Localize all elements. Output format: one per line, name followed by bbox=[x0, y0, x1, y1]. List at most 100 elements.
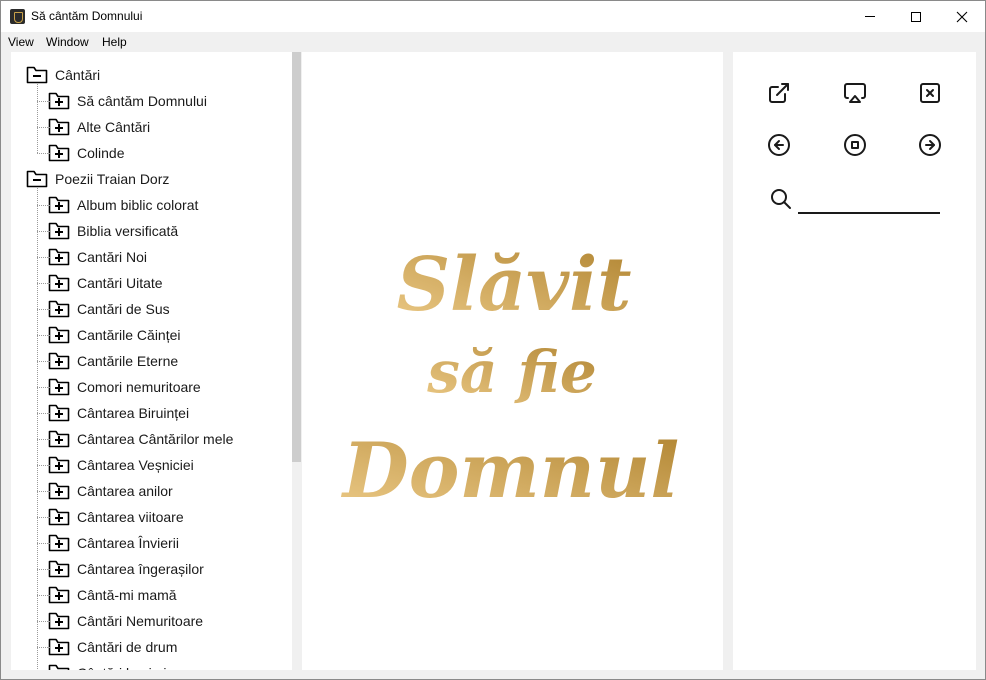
search-input[interactable] bbox=[798, 194, 940, 214]
tree-item-label: Cântări lacrimi bbox=[77, 665, 166, 670]
tree-item[interactable]: Cantări Uitate bbox=[48, 270, 163, 296]
folder-expand-icon[interactable] bbox=[48, 430, 70, 448]
scrollbar-thumb[interactable] bbox=[292, 52, 301, 462]
folder-expand-icon[interactable] bbox=[48, 118, 70, 136]
folder-expand-icon[interactable] bbox=[48, 482, 70, 500]
maximize-button[interactable] bbox=[893, 1, 939, 32]
tree-item-label: Cantările Eterne bbox=[77, 353, 179, 369]
menu-bar: View Window Help bbox=[1, 32, 985, 52]
tree-item[interactable]: Cantările Căinței bbox=[48, 322, 181, 348]
folder-expand-icon[interactable] bbox=[48, 352, 70, 370]
folder-expand-icon[interactable] bbox=[48, 638, 70, 656]
folder-expand-icon[interactable] bbox=[48, 612, 70, 630]
close-slide-button[interactable] bbox=[916, 79, 944, 107]
tree-item[interactable]: Cantările Eterne bbox=[48, 348, 178, 374]
tree-item[interactable]: Cântarea Învierii bbox=[48, 530, 179, 556]
folder-expand-icon[interactable] bbox=[48, 456, 70, 474]
tree-item[interactable]: Cântări de drum bbox=[48, 634, 177, 660]
folder-expand-icon[interactable] bbox=[48, 92, 70, 110]
tree-item-label: Cântă-mi mamă bbox=[77, 587, 177, 603]
tree-item-label: Comori nemuritoare bbox=[77, 379, 201, 395]
folder-expand-icon[interactable] bbox=[48, 560, 70, 578]
tree-connector bbox=[37, 127, 50, 128]
search-button[interactable] bbox=[767, 185, 795, 213]
tree-item[interactable]: Cântarea Biruinței bbox=[48, 400, 189, 426]
app-icon bbox=[10, 9, 25, 24]
search-icon bbox=[771, 189, 791, 209]
menu-help[interactable]: Help bbox=[102, 35, 127, 49]
tree-item[interactable]: Colinde bbox=[48, 140, 124, 166]
tree-connector bbox=[37, 309, 50, 310]
logo-line-3: Domnul bbox=[341, 426, 679, 515]
stop-button[interactable] bbox=[841, 131, 869, 159]
next-button[interactable] bbox=[916, 131, 944, 159]
tree-item[interactable]: Cantări Noi bbox=[48, 244, 147, 270]
tree-item-label: Cântări bbox=[55, 67, 101, 83]
menu-window[interactable]: Window bbox=[46, 35, 89, 49]
folder-expand-icon[interactable] bbox=[48, 144, 70, 162]
maximize-icon bbox=[911, 11, 921, 22]
tree-connector bbox=[37, 101, 50, 102]
tree-connector bbox=[37, 491, 50, 492]
menu-view[interactable]: View bbox=[8, 35, 34, 49]
folder-expand-icon[interactable] bbox=[48, 274, 70, 292]
close-window-button[interactable] bbox=[939, 1, 985, 32]
external-link-icon bbox=[769, 83, 789, 103]
song-tree: Cântări Să cântăm Domnului Alte Cântări Col… bbox=[11, 52, 292, 670]
tree-item-label: Să cântăm Domnului bbox=[77, 93, 207, 109]
logo-line-2: să fie bbox=[426, 338, 597, 406]
tree-connector bbox=[37, 205, 50, 206]
tree-connector bbox=[37, 569, 50, 570]
folder-expand-icon[interactable] bbox=[48, 404, 70, 422]
tree-item-label: Cântarea anilor bbox=[77, 483, 173, 499]
logo-artwork: Slăvit să fie Domnul bbox=[341, 242, 679, 515]
folder-expand-icon[interactable] bbox=[48, 534, 70, 552]
tree-item-label: Cântarea viitoare bbox=[77, 509, 184, 525]
cast-button[interactable] bbox=[841, 79, 869, 107]
folder-expand-icon[interactable] bbox=[48, 378, 70, 396]
tree-connector bbox=[37, 387, 50, 388]
tree-item[interactable]: Biblia versificată bbox=[48, 218, 178, 244]
tree-connector bbox=[37, 517, 50, 518]
folder-expand-icon[interactable] bbox=[48, 664, 70, 670]
tree-item[interactable]: Cântări lacrimi bbox=[48, 660, 166, 670]
open-external-button[interactable] bbox=[765, 79, 793, 107]
tree-item-label: Biblia versificată bbox=[77, 223, 179, 239]
tree-item-label: Cantările Căinței bbox=[77, 327, 181, 343]
folder-expand-icon[interactable] bbox=[48, 196, 70, 214]
previous-button[interactable] bbox=[765, 131, 793, 159]
tree-item[interactable]: Cântarea îngerașilor bbox=[48, 556, 204, 582]
folder-collapse-icon[interactable] bbox=[26, 66, 48, 84]
folder-collapse-icon[interactable] bbox=[26, 170, 48, 188]
tree-item[interactable]: Cantări de Sus bbox=[48, 296, 170, 322]
tree-connector bbox=[37, 647, 50, 648]
folder-expand-icon[interactable] bbox=[48, 222, 70, 240]
folder-expand-icon[interactable] bbox=[48, 586, 70, 604]
tree-item[interactable]: Cântă-mi mamă bbox=[48, 582, 177, 608]
tree-item[interactable]: Cântarea Veșniciei bbox=[48, 452, 194, 478]
folder-expand-icon[interactable] bbox=[48, 248, 70, 266]
tree-item[interactable]: Comori nemuritoare bbox=[48, 374, 201, 400]
folder-expand-icon[interactable] bbox=[48, 508, 70, 526]
tree-scrollbar[interactable] bbox=[292, 52, 301, 670]
arrow-right-circle-icon bbox=[919, 134, 941, 156]
tree-item[interactable]: Să cântăm Domnului bbox=[48, 88, 207, 114]
tree-connector bbox=[37, 257, 50, 258]
tree-item-label: Cântări Nemuritoare bbox=[77, 613, 204, 629]
minimize-button[interactable] bbox=[847, 1, 893, 32]
title-bar[interactable]: Să cântăm Domnului bbox=[1, 1, 985, 32]
arrow-left-circle-icon bbox=[768, 134, 790, 156]
window-title: Să cântăm Domnului bbox=[31, 9, 143, 23]
tree-item[interactable]: Cântări Nemuritoare bbox=[48, 608, 203, 634]
tree-item[interactable]: Cântarea viitoare bbox=[48, 504, 184, 530]
minimize-icon bbox=[865, 16, 875, 17]
tree-item[interactable]: Cântarea Cântărilor mele bbox=[48, 426, 233, 452]
tree-item[interactable]: Album biblic colorat bbox=[48, 192, 198, 218]
folder-expand-icon[interactable] bbox=[48, 300, 70, 318]
tree-item[interactable]: Alte Cântări bbox=[48, 114, 150, 140]
folder-expand-icon[interactable] bbox=[48, 326, 70, 344]
tree-item-label: Cântarea Cântărilor mele bbox=[77, 431, 234, 447]
tree-item[interactable]: Cântarea anilor bbox=[48, 478, 173, 504]
tree-group[interactable]: Poezii Traian Dorz bbox=[26, 166, 169, 192]
tree-connector bbox=[37, 413, 50, 414]
